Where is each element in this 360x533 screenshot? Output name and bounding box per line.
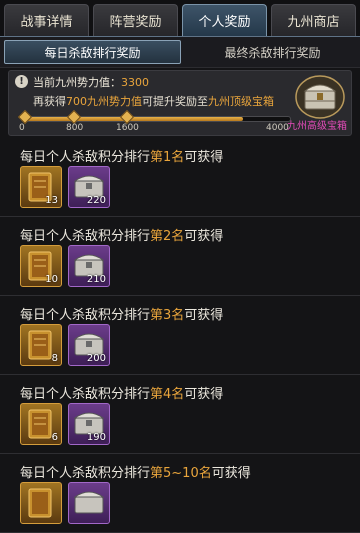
tick-label: 800 [66, 123, 84, 133]
rank-text-suffix: 可获得 [184, 308, 224, 323]
reward-item-chest[interactable]: 210 [68, 245, 110, 287]
subtab-final-ranking[interactable]: 最终杀敌排行奖励 [185, 37, 360, 67]
item-count: 6 [51, 432, 58, 443]
reward-item-book[interactable]: 8 [20, 324, 62, 366]
info-icon[interactable]: ! [15, 75, 28, 88]
rank-text-prefix: 每日个人杀敌积分排行 [20, 150, 151, 165]
tab-camp-rewards[interactable]: 阵营奖励 [93, 4, 178, 36]
reward-row-title: 每日个人杀敌积分排行第1名可获得 [20, 146, 223, 165]
rank-value: 第5~10名 [150, 466, 212, 481]
power-value: 3300 [121, 76, 149, 89]
rank-value: 第3名 [150, 308, 185, 323]
sub-tab-bar: 每日杀敌排行奖励 最终杀敌排行奖励 [0, 36, 360, 68]
item-count: 8 [51, 353, 58, 364]
reward-item-chest[interactable] [68, 482, 110, 524]
item-count: 10 [45, 274, 58, 285]
upgrade-hint: 再获得700九州势力值可提升奖励至九州顶级宝箱 [33, 93, 274, 109]
reward-row-title: 每日个人杀敌积分排行第3名可获得 [20, 304, 223, 323]
reward-row: 每日个人杀敌积分排行第2名可获得 10 210 [0, 217, 360, 296]
tick-label: 0 [19, 123, 25, 133]
item-count: 200 [86, 353, 106, 364]
reward-row-title: 每日个人杀敌积分排行第4名可获得 [20, 383, 223, 402]
reward-item-book[interactable]: 10 [20, 245, 62, 287]
tick-label: 4000 [266, 123, 289, 133]
tab-jiuzhou-shop[interactable]: 九州商店 [271, 4, 356, 36]
power-progress-bar [21, 116, 291, 122]
reward-row: 每日个人杀敌积分排行第4名可获得 6 190 [0, 375, 360, 454]
item-count: 210 [86, 274, 106, 285]
hint-mid: 可提升奖励至 [142, 95, 208, 108]
power-progress-panel: ! 当前九州势力值：3300 再获得700九州势力值可提升奖励至九州顶级宝箱 0… [8, 70, 352, 136]
rank-text-suffix: 可获得 [184, 229, 224, 244]
reward-item-chest[interactable]: 190 [68, 403, 110, 445]
top-tab-bar: 战事详情 阵营奖励 个人奖励 九州商店 [0, 0, 360, 36]
reward-row: 每日个人杀敌积分排行第1名可获得 13 220 [0, 138, 360, 217]
reward-item-book[interactable] [20, 482, 62, 524]
rank-text-prefix: 每日个人杀敌积分排行 [20, 308, 151, 323]
silver-chest-icon [73, 491, 105, 514]
treasure-chest-icon[interactable] [295, 75, 345, 119]
item-count: 13 [45, 195, 58, 206]
current-power: 当前九州势力值：3300 [33, 74, 149, 90]
golden-book-icon [28, 488, 52, 518]
tab-personal-rewards[interactable]: 个人奖励 [182, 4, 267, 36]
item-count: 190 [86, 432, 106, 443]
rank-text-prefix: 每日个人杀敌积分排行 [20, 387, 151, 402]
hint-prefix: 再获得 [33, 95, 66, 108]
reward-row: 每日个人杀敌积分排行第5~10名可获得 [0, 454, 360, 533]
rank-value: 第4名 [150, 387, 185, 402]
rank-text-suffix: 可获得 [184, 150, 224, 165]
reward-row-title: 每日个人杀敌积分排行第5~10名可获得 [20, 462, 251, 481]
tab-battle-details[interactable]: 战事详情 [4, 4, 89, 36]
reward-row-title: 每日个人杀敌积分排行第2名可获得 [20, 225, 223, 244]
reward-row: 每日个人杀敌积分排行第3名可获得 8 200 [0, 296, 360, 375]
hint-amount: 700九州势力值 [66, 95, 142, 108]
rank-value: 第1名 [150, 150, 185, 165]
rank-text-suffix: 可获得 [184, 387, 224, 402]
hint-target: 九州顶级宝箱 [208, 95, 274, 108]
chest-tier-label: 九州高级宝箱 [287, 121, 347, 132]
reward-item-chest[interactable]: 220 [68, 166, 110, 208]
rank-value: 第2名 [150, 229, 185, 244]
rank-text-prefix: 每日个人杀敌积分排行 [20, 229, 151, 244]
tick-label: 1600 [116, 123, 139, 133]
rank-text-prefix: 每日个人杀敌积分排行 [20, 466, 151, 481]
reward-item-book[interactable]: 6 [20, 403, 62, 445]
item-count: 220 [86, 195, 106, 206]
reward-item-chest[interactable]: 200 [68, 324, 110, 366]
power-label: 当前九州势力值： [33, 76, 121, 89]
rank-text-suffix: 可获得 [211, 466, 251, 481]
subtab-daily-ranking[interactable]: 每日杀敌排行奖励 [4, 40, 181, 64]
reward-item-book[interactable]: 13 [20, 166, 62, 208]
reward-list: 每日个人杀敌积分排行第1名可获得 13 220 每日个人杀敌积分排行第2名可获得… [0, 138, 360, 533]
